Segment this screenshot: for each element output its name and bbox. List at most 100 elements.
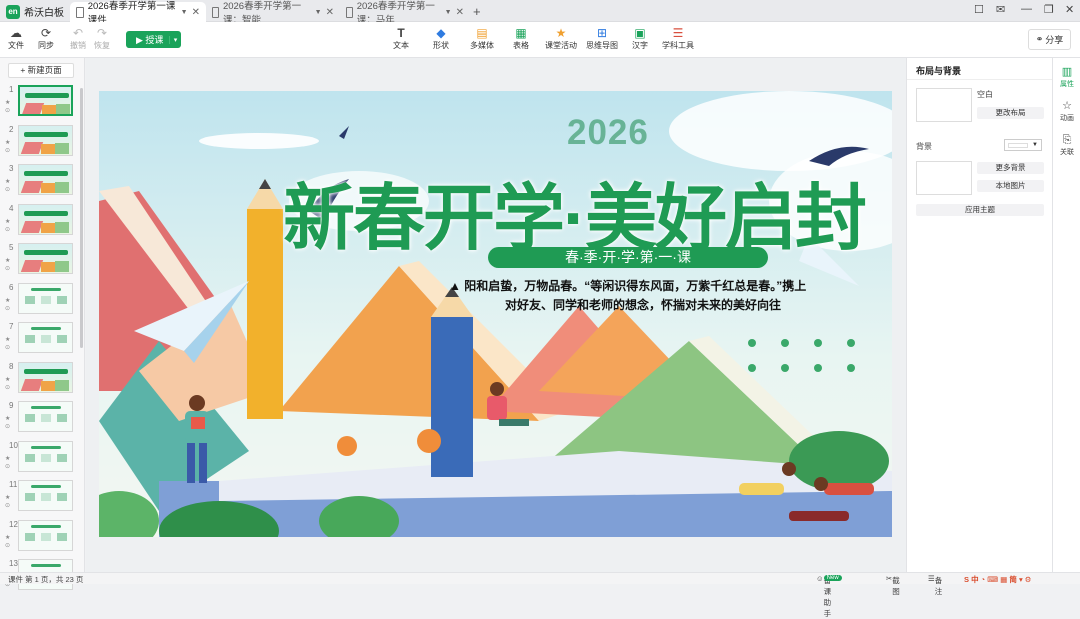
rail-properties[interactable]: ▥ 属性 bbox=[1053, 66, 1080, 89]
teach-play-button[interactable]: ▶ 授课 ▾ bbox=[126, 31, 181, 48]
shape-tool-label: 形状 bbox=[433, 41, 449, 50]
change-layout-button[interactable]: 更改布局 bbox=[977, 107, 1044, 119]
slide-status-icons: ★⊙ bbox=[5, 534, 11, 549]
background-label: 背景 bbox=[916, 142, 932, 151]
screenshot-button[interactable]: ✂ 截图 bbox=[886, 574, 900, 596]
properties-panel: 布局与背景 空白 更改布局 背景 ▼ 更多背景 本地图片 应用主题 bbox=[906, 58, 1053, 572]
activity-icon: ★ bbox=[555, 26, 567, 40]
slide-thumbnail[interactable]: 5 ★ ⊙ bbox=[0, 243, 85, 281]
more-backgrounds-button[interactable]: 更多背景 bbox=[977, 162, 1044, 174]
slide-thumbnail[interactable]: 9 ★ ⊙ bbox=[0, 401, 85, 439]
slide-thumbnail[interactable]: 12 ★ ⊙ bbox=[0, 519, 85, 558]
background-color-select[interactable]: ▼ bbox=[1004, 139, 1042, 151]
title-bar: en 希沃白板 2026春季开学第一课 课件 ▼ ✕ 2026春季开学第一课：智… bbox=[0, 0, 1080, 26]
slide-thumbnail[interactable]: 1 ★ ⊙ bbox=[0, 85, 85, 123]
slide-list-scrollbar[interactable] bbox=[80, 88, 83, 348]
slide-thumbnail-image bbox=[18, 401, 73, 432]
rail-animation[interactable]: ☆ 动画 bbox=[1053, 100, 1080, 123]
slide-number: 12 bbox=[9, 519, 18, 529]
slide-number: 9 bbox=[9, 401, 14, 410]
chinese-char-button[interactable]: ▣ 汉字 bbox=[632, 26, 648, 51]
chevron-down-icon[interactable]: ▼ bbox=[445, 9, 452, 16]
slide-thumbnail[interactable]: 10 ★ ⊙ bbox=[0, 440, 85, 479]
sync-icon: ⟳ bbox=[40, 26, 52, 40]
teach-label: ▶ 授课 bbox=[136, 35, 164, 45]
close-tab-icon[interactable]: ✕ bbox=[192, 7, 200, 18]
slide-status-icons: ★⊙ bbox=[5, 337, 11, 351]
document-icon bbox=[212, 6, 219, 18]
file-button[interactable]: ☁ 文件 bbox=[8, 26, 24, 51]
slide-thumbnail[interactable]: 11 ★ ⊙ bbox=[0, 480, 85, 518]
tab-1[interactable]: 2026春季开学第一课 课件 ▼ ✕ bbox=[70, 1, 206, 26]
teach-text: 授课 bbox=[145, 35, 164, 45]
current-slide[interactable]: 2026 新春开学·美好启封 春·季·开·学·第·一·课 ▲ 阳和启蛰，万物品春… bbox=[99, 91, 892, 537]
rail-properties-label: 属性 bbox=[1060, 81, 1074, 88]
redo-button[interactable]: ↷ 恢复 bbox=[94, 26, 110, 51]
class-activity-label: 课堂活动 bbox=[545, 41, 577, 50]
close-tab-icon[interactable]: ✕ bbox=[456, 7, 464, 18]
app-name: 希沃白板 bbox=[24, 8, 64, 19]
table-tool-button[interactable]: ▦ 表格 bbox=[513, 26, 529, 51]
media-tool-button[interactable]: ▤ 多媒体 bbox=[470, 26, 494, 51]
slide-number: 6 bbox=[9, 282, 14, 292]
chevron-down-icon[interactable]: ▼ bbox=[315, 9, 322, 16]
new-page-button[interactable]: + 新建页面 bbox=[8, 63, 74, 78]
class-activity-button[interactable]: ★ 课堂活动 bbox=[545, 26, 577, 51]
tab-2[interactable]: 2026春季开学第一课：智能... ▼ ✕ bbox=[206, 1, 340, 26]
slide-thumbnail[interactable]: 4 ★ ⊙ bbox=[0, 203, 85, 242]
media-icon: ▤ bbox=[476, 26, 488, 40]
slide-thumbnail[interactable]: 8 ★ ⊙ bbox=[0, 361, 85, 400]
slide-thumbnail-image bbox=[18, 480, 73, 511]
ime-icon[interactable]: S 中 ◔ ⌨ ▦ 简 ▾ ⚙ bbox=[964, 574, 1032, 585]
slide-thumbnail[interactable]: 6 ★ ⊙ bbox=[0, 282, 85, 321]
share-button[interactable]: ⚭ 分享 bbox=[1028, 29, 1071, 50]
notes-button[interactable]: ☰ 备注 bbox=[928, 574, 942, 596]
background-preview[interactable] bbox=[916, 161, 972, 195]
tab-3[interactable]: 2026春季开学第一课：马年... ▼ ✕ bbox=[340, 1, 470, 26]
rail-link[interactable]: ⎘ 关联 bbox=[1053, 134, 1080, 157]
chevron-down-icon[interactable]: ▾ bbox=[169, 35, 181, 44]
subject-tools-icon: ☰ bbox=[672, 26, 684, 40]
slide-number: 13 bbox=[9, 559, 18, 568]
slide-thumbnail-image bbox=[18, 124, 73, 156]
slide-status-icons: ★⊙ bbox=[5, 258, 11, 272]
text-tool-button[interactable]: T 文本 bbox=[393, 26, 409, 51]
subject-tools-button[interactable]: ☰ 学科工具 bbox=[662, 26, 694, 51]
restore-icon[interactable]: ❐ bbox=[1044, 3, 1054, 16]
chevron-down-icon[interactable]: ▼ bbox=[181, 9, 188, 16]
slide-thumbnail-image bbox=[18, 361, 73, 393]
properties-icon: ▥ bbox=[1061, 66, 1073, 78]
text-icon: T bbox=[397, 26, 405, 40]
mindmap-button[interactable]: ⊞ 思维导图 bbox=[586, 26, 618, 51]
slide-thumbnail[interactable]: 2 ★ ⊙ bbox=[0, 124, 85, 163]
rail-link-label: 关联 bbox=[1060, 149, 1074, 156]
new-tab-icon[interactable]: + bbox=[473, 4, 481, 19]
status-bar: 课件 第 1 页，共 23 页 ☺ 备课助手 New ✂ 截图 ☰ 备注 S 中… bbox=[0, 572, 1080, 618]
slide-number: 10 bbox=[9, 440, 18, 450]
undo-button[interactable]: ↶ 撤销 bbox=[70, 26, 86, 51]
slide-thumbnail[interactable]: 3 ★ ⊙ bbox=[0, 164, 85, 202]
local-image-button[interactable]: 本地图片 bbox=[977, 180, 1044, 192]
undo-icon: ↶ bbox=[72, 26, 84, 40]
message-icon[interactable]: ✉ bbox=[996, 3, 1005, 16]
layout-preview[interactable] bbox=[916, 88, 972, 122]
slide-body-line2: 对好友、同学和老师的想念，怀揣对未来的美好向往 bbox=[505, 298, 782, 312]
shape-tool-button[interactable]: ◆ 形状 bbox=[433, 26, 449, 51]
slide-list-panel: + 新建页面 1 ★ ⊙ 2 ★ ⊙ 3 ★ ⊙ 4 ★ ⊙ 5 ★ ⊙ 6 ★ ⊙ 7 ★ ⊙ 8 ★ ⊙ 9 ★ ⊙ 10 ★ ⊙ 11… bbox=[0, 58, 85, 590]
media-tool-label: 多媒体 bbox=[470, 41, 494, 50]
prep-assistant-button[interactable]: ☺ 备课助手 New bbox=[816, 574, 842, 618]
slide-thumbnail[interactable]: 7 ★ ⊙ bbox=[0, 322, 85, 360]
slide-status-icons: ★⊙ bbox=[5, 139, 11, 154]
chinese-char-icon: ▣ bbox=[634, 26, 646, 40]
right-rail: ▥ 属性 ☆ 动画 ⎘ 关联 bbox=[1052, 58, 1080, 572]
minimize-icon[interactable]: — bbox=[1021, 3, 1032, 15]
close-tab-icon[interactable]: ✕ bbox=[326, 7, 334, 18]
document-icon bbox=[76, 6, 84, 18]
slide-thumbnail-image bbox=[18, 85, 73, 116]
close-window-icon[interactable]: ✕ bbox=[1065, 3, 1074, 16]
undo-label: 撤销 bbox=[70, 41, 86, 50]
apply-theme-button[interactable]: 应用主题 bbox=[916, 204, 1044, 216]
slide-thumbnail-image bbox=[18, 440, 73, 472]
feedback-icon[interactable]: ☐ bbox=[974, 3, 984, 16]
sync-button[interactable]: ⟳ 同步 bbox=[38, 26, 54, 51]
